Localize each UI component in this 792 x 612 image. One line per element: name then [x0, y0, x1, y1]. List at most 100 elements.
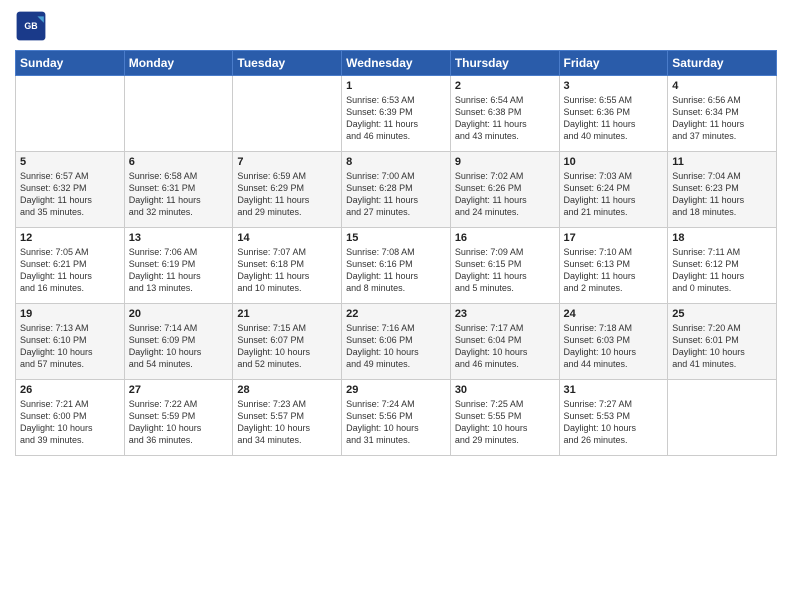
day-cell: 15 Sunrise: 7:08 AM Sunset: 6:16 PM Dayli…	[342, 228, 451, 304]
day-info: Sunrise: 6:59 AM Sunset: 6:29 PM Dayligh…	[237, 170, 337, 219]
logo-icon: GB	[15, 10, 47, 42]
day-info: Sunrise: 7:18 AM Sunset: 6:03 PM Dayligh…	[564, 322, 664, 371]
day-cell: 14 Sunrise: 7:07 AM Sunset: 6:18 PM Dayli…	[233, 228, 342, 304]
page: GB SundayMondayTuesdayWednesdayThursdayF…	[0, 0, 792, 612]
day-number: 2	[455, 80, 555, 92]
day-number: 22	[346, 308, 446, 320]
day-info: Sunrise: 6:58 AM Sunset: 6:31 PM Dayligh…	[129, 170, 229, 219]
day-info: Sunrise: 7:05 AM Sunset: 6:21 PM Dayligh…	[20, 246, 120, 295]
week-row-5: 26Sunrise: 7:21 AM Sunset: 6:00 PM Dayli…	[16, 380, 777, 456]
day-cell: 2Sunrise: 6:54 AM Sunset: 6:38 PM Daylig…	[450, 76, 559, 152]
day-info: Sunrise: 6:56 AM Sunset: 6:34 PM Dayligh…	[672, 94, 772, 143]
day-cell: 1 Sunrise: 6:53 AM Sunset: 6:39 PM Daylig…	[342, 76, 451, 152]
day-info: Sunrise: 7:04 AM Sunset: 6:23 PM Dayligh…	[672, 170, 772, 219]
day-info: Sunrise: 7:25 AM Sunset: 5:55 PM Dayligh…	[455, 398, 555, 447]
day-number: 21	[237, 308, 337, 320]
day-info: Sunrise: 7:17 AM Sunset: 6:04 PM Dayligh…	[455, 322, 555, 371]
day-number: 23	[455, 308, 555, 320]
day-cell: 3 Sunrise: 6:55 AM Sunset: 6:36 PM Daylig…	[559, 76, 668, 152]
day-cell: 18 Sunrise: 7:11 AM Sunset: 6:12 PM Dayli…	[668, 228, 777, 304]
day-number: 4	[672, 80, 772, 92]
day-info: Sunrise: 7:06 AM Sunset: 6:19 PM Dayligh…	[129, 246, 229, 295]
col-header-saturday: Saturday	[668, 51, 777, 76]
day-cell: 25Sunrise: 7:20 AM Sunset: 6:01 PM Dayli…	[668, 304, 777, 380]
day-number: 3	[564, 80, 664, 92]
day-number: 11	[672, 156, 772, 168]
day-info: Sunrise: 7:02 AM Sunset: 6:26 PM Dayligh…	[455, 170, 555, 219]
day-cell: 26Sunrise: 7:21 AM Sunset: 6:00 PM Dayli…	[16, 380, 125, 456]
day-number: 14	[237, 232, 337, 244]
day-number: 7	[237, 156, 337, 168]
day-cell: 13Sunrise: 7:06 AM Sunset: 6:19 PM Dayli…	[124, 228, 233, 304]
day-number: 17	[564, 232, 664, 244]
day-cell: 6 Sunrise: 6:58 AM Sunset: 6:31 PM Daylig…	[124, 152, 233, 228]
day-number: 6	[129, 156, 229, 168]
calendar-table: SundayMondayTuesdayWednesdayThursdayFrid…	[15, 50, 777, 456]
day-cell: 7 Sunrise: 6:59 AM Sunset: 6:29 PM Daylig…	[233, 152, 342, 228]
day-cell: 27 Sunrise: 7:22 AM Sunset: 5:59 PM Dayli…	[124, 380, 233, 456]
day-info: Sunrise: 6:55 AM Sunset: 6:36 PM Dayligh…	[564, 94, 664, 143]
day-number: 5	[20, 156, 120, 168]
day-number: 19	[20, 308, 120, 320]
day-number: 1	[346, 80, 446, 92]
day-number: 27	[129, 384, 229, 396]
day-cell	[668, 380, 777, 456]
day-info: Sunrise: 7:21 AM Sunset: 6:00 PM Dayligh…	[20, 398, 120, 447]
day-cell: 12 Sunrise: 7:05 AM Sunset: 6:21 PM Dayli…	[16, 228, 125, 304]
day-cell	[16, 76, 125, 152]
day-cell: 29 Sunrise: 7:24 AM Sunset: 5:56 PM Dayli…	[342, 380, 451, 456]
day-number: 18	[672, 232, 772, 244]
day-number: 10	[564, 156, 664, 168]
day-cell	[233, 76, 342, 152]
day-number: 25	[672, 308, 772, 320]
day-info: Sunrise: 7:08 AM Sunset: 6:16 PM Dayligh…	[346, 246, 446, 295]
day-number: 30	[455, 384, 555, 396]
week-row-3: 12 Sunrise: 7:05 AM Sunset: 6:21 PM Dayli…	[16, 228, 777, 304]
day-info: Sunrise: 7:09 AM Sunset: 6:15 PM Dayligh…	[455, 246, 555, 295]
day-cell: 5 Sunrise: 6:57 AM Sunset: 6:32 PM Daylig…	[16, 152, 125, 228]
day-info: Sunrise: 7:13 AM Sunset: 6:10 PM Dayligh…	[20, 322, 120, 371]
col-header-sunday: Sunday	[16, 51, 125, 76]
day-number: 9	[455, 156, 555, 168]
week-row-4: 19 Sunrise: 7:13 AM Sunset: 6:10 PM Dayli…	[16, 304, 777, 380]
day-info: Sunrise: 7:24 AM Sunset: 5:56 PM Dayligh…	[346, 398, 446, 447]
day-cell: 16Sunrise: 7:09 AM Sunset: 6:15 PM Dayli…	[450, 228, 559, 304]
day-info: Sunrise: 6:53 AM Sunset: 6:39 PM Dayligh…	[346, 94, 446, 143]
day-number: 20	[129, 308, 229, 320]
day-cell: 24Sunrise: 7:18 AM Sunset: 6:03 PM Dayli…	[559, 304, 668, 380]
day-info: Sunrise: 7:00 AM Sunset: 6:28 PM Dayligh…	[346, 170, 446, 219]
col-header-thursday: Thursday	[450, 51, 559, 76]
col-header-monday: Monday	[124, 51, 233, 76]
day-cell: 31Sunrise: 7:27 AM Sunset: 5:53 PM Dayli…	[559, 380, 668, 456]
col-header-wednesday: Wednesday	[342, 51, 451, 76]
day-cell: 23 Sunrise: 7:17 AM Sunset: 6:04 PM Dayli…	[450, 304, 559, 380]
day-cell: 21 Sunrise: 7:15 AM Sunset: 6:07 PM Dayli…	[233, 304, 342, 380]
day-info: Sunrise: 7:22 AM Sunset: 5:59 PM Dayligh…	[129, 398, 229, 447]
day-cell: 17 Sunrise: 7:10 AM Sunset: 6:13 PM Dayli…	[559, 228, 668, 304]
day-number: 15	[346, 232, 446, 244]
day-cell: 11 Sunrise: 7:04 AM Sunset: 6:23 PM Dayli…	[668, 152, 777, 228]
day-info: Sunrise: 6:57 AM Sunset: 6:32 PM Dayligh…	[20, 170, 120, 219]
day-info: Sunrise: 7:11 AM Sunset: 6:12 PM Dayligh…	[672, 246, 772, 295]
svg-text:GB: GB	[24, 21, 37, 31]
day-cell	[124, 76, 233, 152]
day-info: Sunrise: 7:14 AM Sunset: 6:09 PM Dayligh…	[129, 322, 229, 371]
day-cell: 9 Sunrise: 7:02 AM Sunset: 6:26 PM Daylig…	[450, 152, 559, 228]
col-header-friday: Friday	[559, 51, 668, 76]
day-info: Sunrise: 7:16 AM Sunset: 6:06 PM Dayligh…	[346, 322, 446, 371]
day-number: 12	[20, 232, 120, 244]
day-cell: 10Sunrise: 7:03 AM Sunset: 6:24 PM Dayli…	[559, 152, 668, 228]
col-header-tuesday: Tuesday	[233, 51, 342, 76]
header: GB	[15, 10, 777, 42]
day-info: Sunrise: 7:10 AM Sunset: 6:13 PM Dayligh…	[564, 246, 664, 295]
week-row-1: 1 Sunrise: 6:53 AM Sunset: 6:39 PM Daylig…	[16, 76, 777, 152]
day-cell: 22 Sunrise: 7:16 AM Sunset: 6:06 PM Dayli…	[342, 304, 451, 380]
day-number: 8	[346, 156, 446, 168]
logo: GB	[15, 10, 51, 42]
day-info: Sunrise: 7:15 AM Sunset: 6:07 PM Dayligh…	[237, 322, 337, 371]
day-cell: 8 Sunrise: 7:00 AM Sunset: 6:28 PM Daylig…	[342, 152, 451, 228]
day-cell: 19 Sunrise: 7:13 AM Sunset: 6:10 PM Dayli…	[16, 304, 125, 380]
day-number: 29	[346, 384, 446, 396]
header-row: SundayMondayTuesdayWednesdayThursdayFrid…	[16, 51, 777, 76]
day-info: Sunrise: 7:07 AM Sunset: 6:18 PM Dayligh…	[237, 246, 337, 295]
